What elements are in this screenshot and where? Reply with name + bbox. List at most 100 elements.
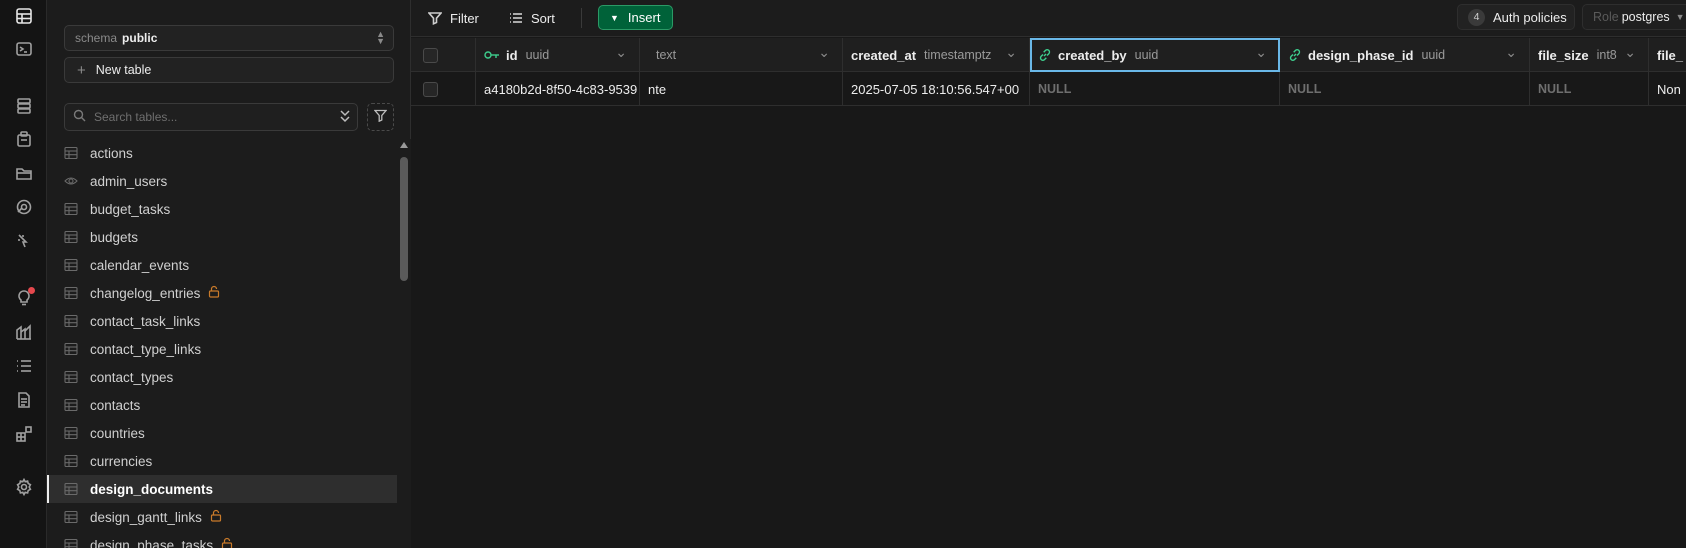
column-type: uuid bbox=[1421, 48, 1446, 62]
column-header[interactable]: created_by uuid ⌄ bbox=[1030, 38, 1280, 72]
table-editor-icon[interactable] bbox=[12, 4, 36, 28]
table-row[interactable]: a4180b2d-8f50-4c83-9539 nte 2025-07-05 18:… bbox=[411, 72, 1686, 106]
sidebar-table-item[interactable]: contact_types bbox=[47, 363, 397, 391]
table-name-label: contact_type_links bbox=[90, 341, 202, 357]
sidebar-table-item[interactable]: budgets bbox=[47, 223, 397, 251]
chevron-down-icon[interactable]: ⌄ bbox=[818, 44, 830, 61]
table-cell[interactable]: NULL bbox=[1280, 72, 1530, 106]
table-cell[interactable]: NULL bbox=[1030, 72, 1280, 106]
table-cell[interactable]: a4180b2d-8f50-4c83-9539 bbox=[476, 72, 640, 106]
scroll-thumb[interactable] bbox=[400, 157, 408, 281]
sidebar-table-item[interactable]: countries bbox=[47, 419, 397, 447]
sidebar-table-item[interactable]: design_gantt_links bbox=[47, 503, 397, 531]
chevron-down-icon[interactable]: ⌄ bbox=[1624, 44, 1636, 61]
column-type: text bbox=[656, 48, 677, 62]
column-header[interactable]: text ⌄ bbox=[640, 38, 843, 72]
storage-icon[interactable] bbox=[12, 161, 36, 185]
sidebar-table-item[interactable]: contacts bbox=[47, 391, 397, 419]
chevron-down-icon: ▼ bbox=[1675, 12, 1685, 22]
table-list: actions admin_users budget_tasks budgets cal… bbox=[47, 139, 397, 548]
table-sidebar: schema public ▲▼ + New table actions admi… bbox=[47, 0, 411, 548]
realtime-icon[interactable] bbox=[12, 229, 36, 253]
sort-button[interactable]: Sort bbox=[509, 6, 555, 30]
table-cell[interactable]: nte bbox=[640, 72, 843, 106]
table-icon bbox=[64, 286, 78, 300]
auth-policies-button[interactable]: 4 Auth policies bbox=[1457, 4, 1575, 30]
new-table-label: New table bbox=[95, 63, 152, 77]
table-cell[interactable]: NULL bbox=[1530, 72, 1649, 106]
column-header[interactable]: file_size int8 ⌄ bbox=[1530, 38, 1649, 72]
chevron-down-icon[interactable]: ⌄ bbox=[1255, 44, 1267, 61]
primary-key-icon bbox=[484, 50, 500, 60]
advisors-icon[interactable] bbox=[12, 286, 36, 310]
settings-icon[interactable] bbox=[12, 475, 36, 499]
table-name-label: currencies bbox=[90, 453, 153, 469]
api-docs-icon[interactable] bbox=[12, 388, 36, 412]
integrations-icon[interactable] bbox=[12, 422, 36, 446]
table-icon bbox=[64, 202, 78, 216]
new-table-button[interactable]: + New table bbox=[64, 57, 394, 83]
collapse-all-icon[interactable] bbox=[339, 109, 351, 126]
database-icon[interactable] bbox=[12, 94, 36, 118]
column-header[interactable]: file_ bbox=[1649, 38, 1686, 72]
table-name-label: design_phase_tasks bbox=[90, 537, 214, 548]
schema-label: schema bbox=[75, 31, 118, 45]
sidebar-table-item[interactable]: budget_tasks bbox=[47, 195, 397, 223]
filter-tables-button[interactable] bbox=[367, 103, 394, 131]
column-header[interactable]: design_phase_id uuid ⌄ bbox=[1280, 38, 1530, 72]
auth-policies-label: Auth policies bbox=[1493, 9, 1567, 25]
sidebar-table-item[interactable]: actions bbox=[47, 139, 397, 167]
chevron-down-icon[interactable]: ⌄ bbox=[1505, 44, 1517, 61]
table-name-label: actions bbox=[90, 145, 133, 161]
null-value: NULL bbox=[1288, 82, 1322, 96]
table-cell[interactable]: Non bbox=[1649, 72, 1686, 106]
role-label: Role bbox=[1593, 10, 1619, 24]
chevron-down-icon[interactable]: ⌄ bbox=[1005, 44, 1017, 61]
auth-icon[interactable] bbox=[12, 127, 36, 151]
table-icon bbox=[64, 342, 78, 356]
table-icon bbox=[64, 230, 78, 244]
sidebar-table-item[interactable]: calendar_events bbox=[47, 251, 397, 279]
sidebar-table-item[interactable]: design_documents bbox=[47, 475, 397, 503]
insert-button[interactable]: ▼ Insert bbox=[598, 5, 673, 30]
table-cell[interactable]: 2025-07-05 18:10:56.547+00 bbox=[843, 72, 1030, 106]
column-header[interactable]: created_at timestamptz ⌄ bbox=[843, 38, 1030, 72]
cell-value: a4180b2d-8f50-4c83-9539 bbox=[484, 81, 638, 97]
row-select-cell bbox=[411, 72, 476, 106]
sql-editor-icon[interactable] bbox=[12, 37, 36, 61]
column-type: uuid bbox=[1134, 48, 1159, 62]
table-name-label: changelog_entries bbox=[90, 285, 201, 301]
filter-button[interactable]: Filter bbox=[428, 6, 479, 30]
search-tables-input[interactable] bbox=[94, 110, 324, 124]
scroll-up-arrow[interactable] bbox=[400, 142, 408, 148]
sidebar-table-item[interactable]: currencies bbox=[47, 447, 397, 475]
sidebar-table-item[interactable]: admin_users bbox=[47, 167, 397, 195]
chevron-down-icon[interactable]: ⌄ bbox=[615, 44, 627, 61]
table-editor-main: Filter Sort ▼ Insert 4 Auth policies Rol… bbox=[411, 0, 1686, 548]
insert-label: Insert bbox=[627, 10, 661, 25]
funnel-icon bbox=[373, 109, 388, 125]
data-grid: id uuid ⌄ text ⌄ created_at timestamptz ⌄ create… bbox=[411, 38, 1686, 106]
column-name: file_size bbox=[1538, 47, 1589, 63]
foreign-key-link-icon bbox=[1288, 48, 1302, 62]
role-selector[interactable]: Role postgres ▼ bbox=[1582, 4, 1686, 30]
sidebar-table-item[interactable]: contact_task_links bbox=[47, 307, 397, 335]
sidebar-table-item[interactable]: design_phase_tasks bbox=[47, 531, 397, 548]
sort-label: Sort bbox=[531, 10, 555, 26]
sidebar-table-item[interactable]: changelog_entries bbox=[47, 279, 397, 307]
edge-functions-icon[interactable] bbox=[12, 195, 36, 219]
table-search-box bbox=[64, 103, 358, 131]
row-checkbox[interactable] bbox=[423, 81, 438, 97]
policy-count-badge: 4 bbox=[1468, 8, 1485, 26]
select-all-checkbox[interactable] bbox=[423, 47, 438, 63]
select-all-cell bbox=[411, 38, 476, 72]
sidebar-scrollbar[interactable] bbox=[397, 139, 411, 548]
reports-icon[interactable] bbox=[12, 320, 36, 344]
column-header[interactable]: id uuid ⌄ bbox=[476, 38, 640, 72]
table-name-label: calendar_events bbox=[90, 257, 190, 273]
schema-selector[interactable]: schema public ▲ ▼ bbox=[64, 25, 394, 51]
sidebar-table-item[interactable]: contact_type_links bbox=[47, 335, 397, 363]
table-name-label: design_documents bbox=[90, 481, 214, 497]
table-icon bbox=[64, 426, 78, 440]
logs-icon[interactable] bbox=[12, 354, 36, 378]
